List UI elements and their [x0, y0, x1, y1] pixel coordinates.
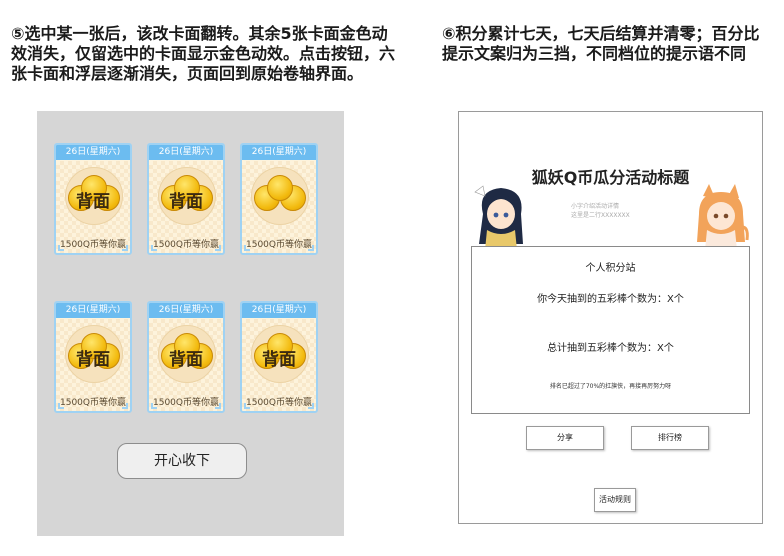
corner-ornament	[122, 245, 128, 251]
corner-ornament	[122, 403, 128, 409]
coin-icon	[267, 175, 293, 201]
card-back-label: 背面	[169, 192, 203, 212]
points-summary-mockup: 狐妖Q币瓜分活动标题 小字介绍活动详情 这里是二行XXXXXXX 个人积分站 你…	[458, 111, 763, 524]
corner-ornament	[244, 403, 250, 409]
rules-button[interactable]: 活动规则	[594, 488, 636, 512]
card-date: 26日(星期六)	[149, 145, 223, 160]
card-prize: 1500Q币等你赢	[246, 398, 312, 408]
step6-description: ⑥积分累计七天，七天后结算并清零；百分比提示文案归为三挡，不同档位的提示语不同	[442, 24, 760, 63]
card-prize: 1500Q币等你赢	[153, 398, 219, 408]
corner-ornament	[308, 245, 314, 251]
corner-ornament	[151, 245, 157, 251]
personal-points-panel: 个人积分站 你今天抽到的五彩棒个数为：X个 总计抽到五彩棒个数为：X个 排名已超…	[471, 246, 750, 414]
card-back-label: 背面	[76, 350, 110, 370]
corner-ornament	[58, 245, 64, 251]
today-count-text: 你今天抽到的五彩棒个数为：X个	[537, 294, 684, 305]
card-date: 26日(星期六)	[56, 303, 130, 318]
prize-card-selected[interactable]: 26日(星期六) 1500Q币等你赢	[240, 143, 318, 255]
activity-subtitle-line2: 这里是二行XXXXXXX	[571, 212, 630, 219]
ranking-button[interactable]: 排行榜	[631, 426, 709, 450]
corner-ornament	[215, 403, 221, 409]
corner-ornament	[215, 245, 221, 251]
card-date: 26日(星期六)	[242, 303, 316, 318]
collect-prize-button[interactable]: 开心收下	[117, 443, 247, 479]
total-count-text: 总计抽到五彩棒个数为：X个	[547, 343, 674, 354]
card-prize: 1500Q币等你赢	[246, 240, 312, 250]
activity-subtitle-line1: 小字介绍活动详情	[571, 203, 620, 210]
card-date: 26日(星期六)	[56, 145, 130, 160]
prize-card[interactable]: 26日(星期六) 背面 1500Q币等你赢	[240, 301, 318, 413]
prize-card[interactable]: 26日(星期六) 背面 1500Q币等你赢	[54, 143, 132, 255]
prize-card[interactable]: 26日(星期六) 背面 1500Q币等你赢	[147, 143, 225, 255]
card-date: 26日(星期六)	[242, 145, 316, 160]
card-back-label: 背面	[76, 192, 110, 212]
right-character-illustration	[697, 184, 749, 250]
card-back-label: 背面	[169, 350, 203, 370]
points-panel-title: 个人积分站	[585, 263, 636, 274]
card-prize: 1500Q币等你赢	[60, 240, 126, 250]
prize-card[interactable]: 26日(星期六) 背面 1500Q币等你赢	[54, 301, 132, 413]
share-button[interactable]: 分享	[526, 426, 604, 450]
left-character-illustration	[474, 185, 523, 250]
corner-ornament	[244, 245, 250, 251]
step5-description: ⑤选中某一张后，该改卡面翻转。其余5张卡面金色动效消失，仅留选中的卡面显示金色动…	[11, 24, 396, 83]
ranking-hint-text: 排名已超过了70%的扛旗侠，再接再厉努力呀	[549, 383, 672, 390]
corner-ornament	[308, 403, 314, 409]
card-date: 26日(星期六)	[149, 303, 223, 318]
card-prize: 1500Q币等你赢	[60, 398, 126, 408]
prize-card[interactable]: 26日(星期六) 背面 1500Q币等你赢	[147, 301, 225, 413]
card-prize: 1500Q币等你赢	[153, 240, 219, 250]
corner-ornament	[58, 403, 64, 409]
card-back-label: 背面	[262, 350, 296, 370]
activity-subtitle: 小字介绍活动详情 这里是二行XXXXXXX	[571, 202, 630, 220]
corner-ornament	[151, 403, 157, 409]
